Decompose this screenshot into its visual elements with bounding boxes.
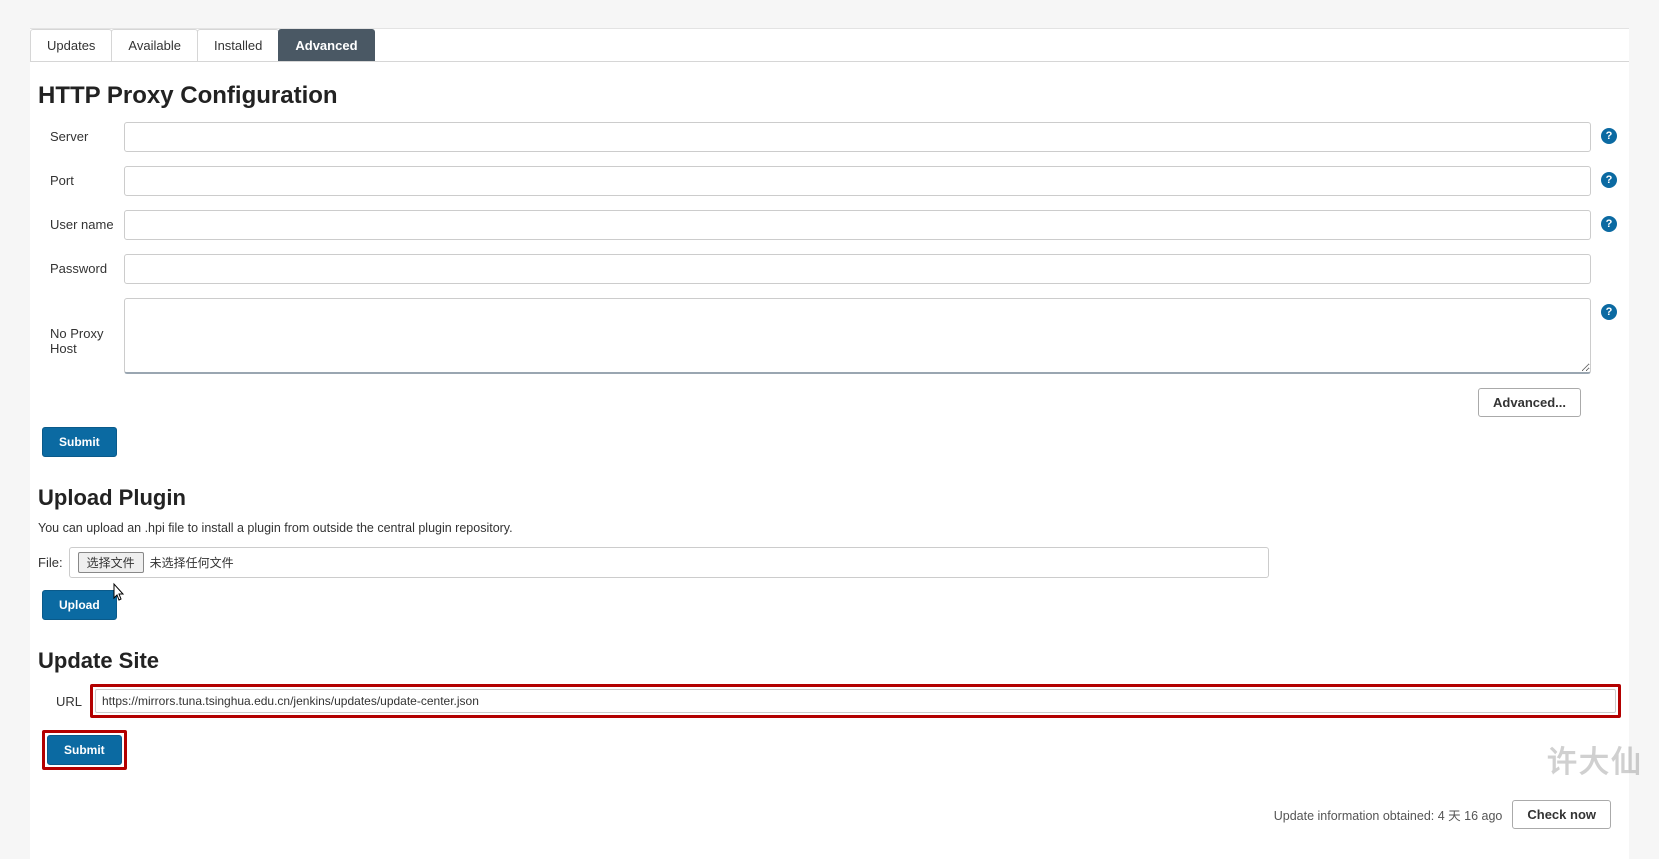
url-label: URL xyxy=(38,694,86,709)
noproxy-label: No Proxy Host xyxy=(38,298,124,356)
update-info-text: Update information obtained: 4 天 16 ago xyxy=(1274,805,1503,824)
port-label: Port xyxy=(38,166,124,188)
tab-installed[interactable]: Installed xyxy=(197,29,279,61)
proxy-advanced-button[interactable]: Advanced... xyxy=(1478,388,1581,417)
url-highlight-box xyxy=(90,684,1621,718)
noproxy-textarea[interactable] xyxy=(124,298,1591,374)
help-icon[interactable]: ? xyxy=(1601,304,1617,320)
server-input[interactable] xyxy=(124,122,1591,152)
tabs: Updates Available Installed Advanced xyxy=(30,29,1629,62)
help-icon[interactable]: ? xyxy=(1601,216,1617,232)
update-site-submit-button[interactable]: Submit xyxy=(47,735,122,765)
cursor-icon xyxy=(110,582,128,602)
submit-highlight-box: Submit xyxy=(42,730,127,770)
password-label: Password xyxy=(38,254,124,276)
tab-available[interactable]: Available xyxy=(111,29,198,61)
password-input[interactable] xyxy=(124,254,1591,284)
upload-button[interactable]: Upload xyxy=(42,590,117,620)
upload-description: You can upload an .hpi file to install a… xyxy=(38,521,1621,535)
url-input[interactable] xyxy=(95,689,1616,713)
username-input[interactable] xyxy=(124,210,1591,240)
file-label: File: xyxy=(38,555,69,570)
help-icon[interactable]: ? xyxy=(1601,172,1617,188)
tab-advanced[interactable]: Advanced xyxy=(278,29,374,61)
check-now-button[interactable]: Check now xyxy=(1512,800,1611,829)
proxy-heading: HTTP Proxy Configuration xyxy=(38,82,1621,110)
proxy-submit-button[interactable]: Submit xyxy=(42,427,117,457)
upload-heading: Upload Plugin xyxy=(38,485,1621,511)
help-icon[interactable]: ? xyxy=(1601,128,1617,144)
server-label: Server xyxy=(38,122,124,144)
file-input-wrap[interactable]: 选择文件 未选择任何文件 xyxy=(69,547,1269,578)
file-status: 未选择任何文件 xyxy=(150,554,234,571)
tab-updates[interactable]: Updates xyxy=(30,29,112,61)
port-input[interactable] xyxy=(124,166,1591,196)
choose-file-button[interactable]: 选择文件 xyxy=(78,552,144,573)
update-site-heading: Update Site xyxy=(38,648,1621,674)
username-label: User name xyxy=(38,210,124,232)
